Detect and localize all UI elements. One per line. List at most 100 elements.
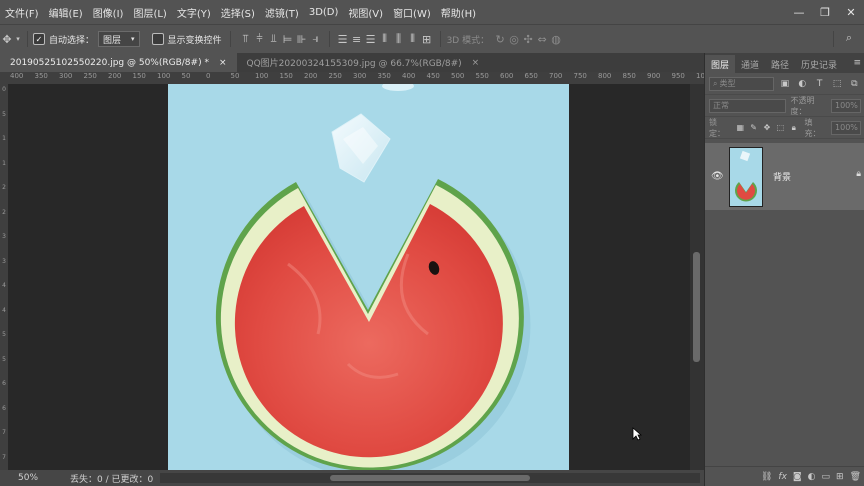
lock-all-icon[interactable]: 🔒︎ (789, 123, 798, 133)
new-layer-icon[interactable]: ⊞ (836, 472, 844, 482)
menu-layer[interactable]: 图层(L) (128, 5, 171, 20)
scale-3d-icon[interactable]: ◍ (549, 33, 563, 46)
vertical-ruler: 0 5 1 1 2 2 3 3 4 4 5 5 6 6 7 7 (0, 72, 8, 470)
ruler-label: 350 (377, 72, 391, 80)
blend-mode-dropdown[interactable]: 正常 (709, 98, 787, 113)
filter-adjustment-icon[interactable]: ◐ (796, 79, 809, 89)
restore-icon[interactable]: ❐ (812, 0, 838, 24)
distribute-hcenter-icon[interactable]: ⫼ (392, 32, 406, 46)
tab-paths[interactable]: 路径 (765, 55, 795, 73)
lock-artboard-icon[interactable]: ⬚ (776, 123, 785, 132)
menu-help[interactable]: 帮助(H) (436, 5, 481, 20)
slide-3d-icon[interactable]: ⇔ (535, 33, 549, 46)
distribute-left-icon[interactable]: ⫴ (378, 32, 392, 46)
vertical-scrollbar-thumb[interactable] (693, 252, 700, 362)
trash-icon[interactable]: 🗑︎ (850, 472, 861, 482)
tab-document-1[interactable]: 20190525102550220.jpg @ 50%(RGB/8#) * × (0, 53, 237, 72)
menu-window[interactable]: 窗口(W) (388, 5, 436, 20)
chevron-down-icon[interactable]: ▾ (14, 35, 22, 43)
eye-icon[interactable]: 👁︎ (711, 171, 724, 182)
mask-icon[interactable]: ◙ (793, 472, 802, 482)
auto-select-dropdown[interactable]: 图层 ▾ (98, 31, 140, 47)
distribute-bottom-icon[interactable]: ☰ (364, 33, 378, 46)
status-bar: 50% 丢失：0 / 已更改：0 › (0, 470, 704, 486)
align-top-icon[interactable]: ⫪ (239, 32, 253, 46)
align-right-icon[interactable]: ⫣ (309, 32, 323, 46)
minimize-icon[interactable]: — (786, 0, 812, 24)
document-image[interactable] (168, 84, 569, 470)
show-transform-label: 显示变换控件 (167, 35, 222, 46)
watermelon-photo (215, 84, 531, 470)
move-tool-icon[interactable]: ✥ (0, 33, 14, 46)
menu-edit[interactable]: 编辑(E) (44, 5, 88, 20)
ruler-label: 250 (83, 72, 97, 80)
fx-icon[interactable]: fx (778, 472, 787, 482)
lock-label: 锁定： (709, 117, 725, 138)
filter-type-icon[interactable]: T (813, 79, 826, 89)
layer-row-background[interactable]: 👁︎ 背景 🔒︎ (705, 143, 864, 210)
filter-image-icon[interactable]: ▣ (778, 79, 791, 89)
link-icon[interactable]: ⛓ (761, 472, 772, 482)
fill-field[interactable]: 100% (831, 120, 862, 135)
layer-filter-dropdown[interactable]: ⌕ 类型 (709, 76, 775, 91)
ruler-label: 750 (573, 72, 587, 80)
vertical-scrollbar[interactable] (690, 84, 704, 470)
lock-transparent-icon[interactable]: ▦ (736, 123, 745, 132)
drag-3d-icon[interactable]: ✣ (521, 33, 535, 46)
layer-filter-row: ⌕ 类型 ▣ ◐ T ⬚ ⧉ (705, 73, 864, 95)
ruler-label: 1 (2, 135, 6, 142)
canvas-area[interactable] (8, 84, 690, 470)
show-transform-checkbox[interactable] (151, 33, 164, 45)
opacity-field[interactable]: 100% (831, 98, 861, 113)
distribute-right-icon[interactable]: ⫴ (406, 32, 420, 46)
filter-shape-icon[interactable]: ⬚ (830, 79, 843, 89)
ruler-label: 700 (549, 72, 563, 80)
folder-icon[interactable]: ▭ (822, 472, 831, 482)
ruler-label: 550 (475, 72, 489, 80)
horizontal-scrollbar[interactable] (160, 473, 700, 483)
align-vcenter-icon[interactable]: ⫩ (253, 32, 267, 46)
horizontal-scrollbar-thumb[interactable] (330, 475, 530, 481)
rotate-3d-icon[interactable]: ↻ (493, 33, 507, 46)
lock-position-icon[interactable]: ✥ (762, 123, 771, 132)
layer-name[interactable]: 背景 (773, 170, 791, 183)
align-left-icon[interactable]: ⊨ (281, 33, 295, 46)
close-icon[interactable]: ✕ (838, 0, 864, 24)
search-icon[interactable]: ⌕ (842, 31, 856, 45)
close-icon[interactable]: × (219, 58, 227, 68)
zoom-level[interactable]: 50% (18, 473, 68, 483)
menu-view[interactable]: 视图(V) (343, 5, 388, 20)
ruler-label: 50 (181, 72, 191, 80)
panel-menu-icon[interactable]: ≡ (853, 58, 861, 68)
distribute-vcenter-icon[interactable]: ≡ (350, 33, 364, 46)
tab-history[interactable]: 历史记录 (795, 55, 843, 73)
close-icon[interactable]: × (472, 58, 480, 68)
menu-filter[interactable]: 滤镜(T) (260, 5, 304, 20)
menu-3d[interactable]: 3D(D) (304, 7, 344, 18)
align-bottom-icon[interactable]: ⫫ (267, 32, 281, 46)
menu-type[interactable]: 文字(Y) (172, 5, 216, 20)
filter-smart-icon[interactable]: ⧉ (848, 79, 861, 89)
menu-select[interactable]: 选择(S) (216, 5, 260, 20)
lock-paint-icon[interactable]: ✎ (749, 123, 758, 132)
ruler-label: 50 (230, 72, 240, 80)
adjustment-icon[interactable]: ◐ (808, 472, 816, 482)
ruler-label: 4 (2, 306, 6, 314)
distribute-top-icon[interactable]: ☰ (336, 33, 350, 46)
panel-tabs: 图层 通道 路径 历史记录 ≡ (705, 53, 864, 73)
ruler-label: 100 (157, 72, 171, 80)
tab-layers[interactable]: 图层 (705, 55, 736, 73)
menu-file[interactable]: 文件(F) (0, 5, 44, 20)
align-hcenter-icon[interactable]: ⊪ (295, 33, 309, 46)
ice-cube-top (382, 84, 414, 91)
ruler-label: 5 (2, 355, 6, 363)
roll-3d-icon[interactable]: ◎ (507, 33, 521, 46)
divider (27, 31, 28, 47)
menu-image[interactable]: 图像(I) (88, 5, 129, 20)
ruler-label: 1000 (696, 72, 704, 80)
auto-select-checkbox[interactable]: ✓ (33, 33, 45, 45)
fill-label: 填充： (804, 117, 821, 138)
tab-channels[interactable]: 通道 (735, 55, 765, 73)
auto-align-icon[interactable]: ⊞ (420, 33, 434, 46)
tab-document-2[interactable]: QQ图片20200324155309.jpg @ 66.7%(RGB/8#) × (237, 53, 490, 72)
